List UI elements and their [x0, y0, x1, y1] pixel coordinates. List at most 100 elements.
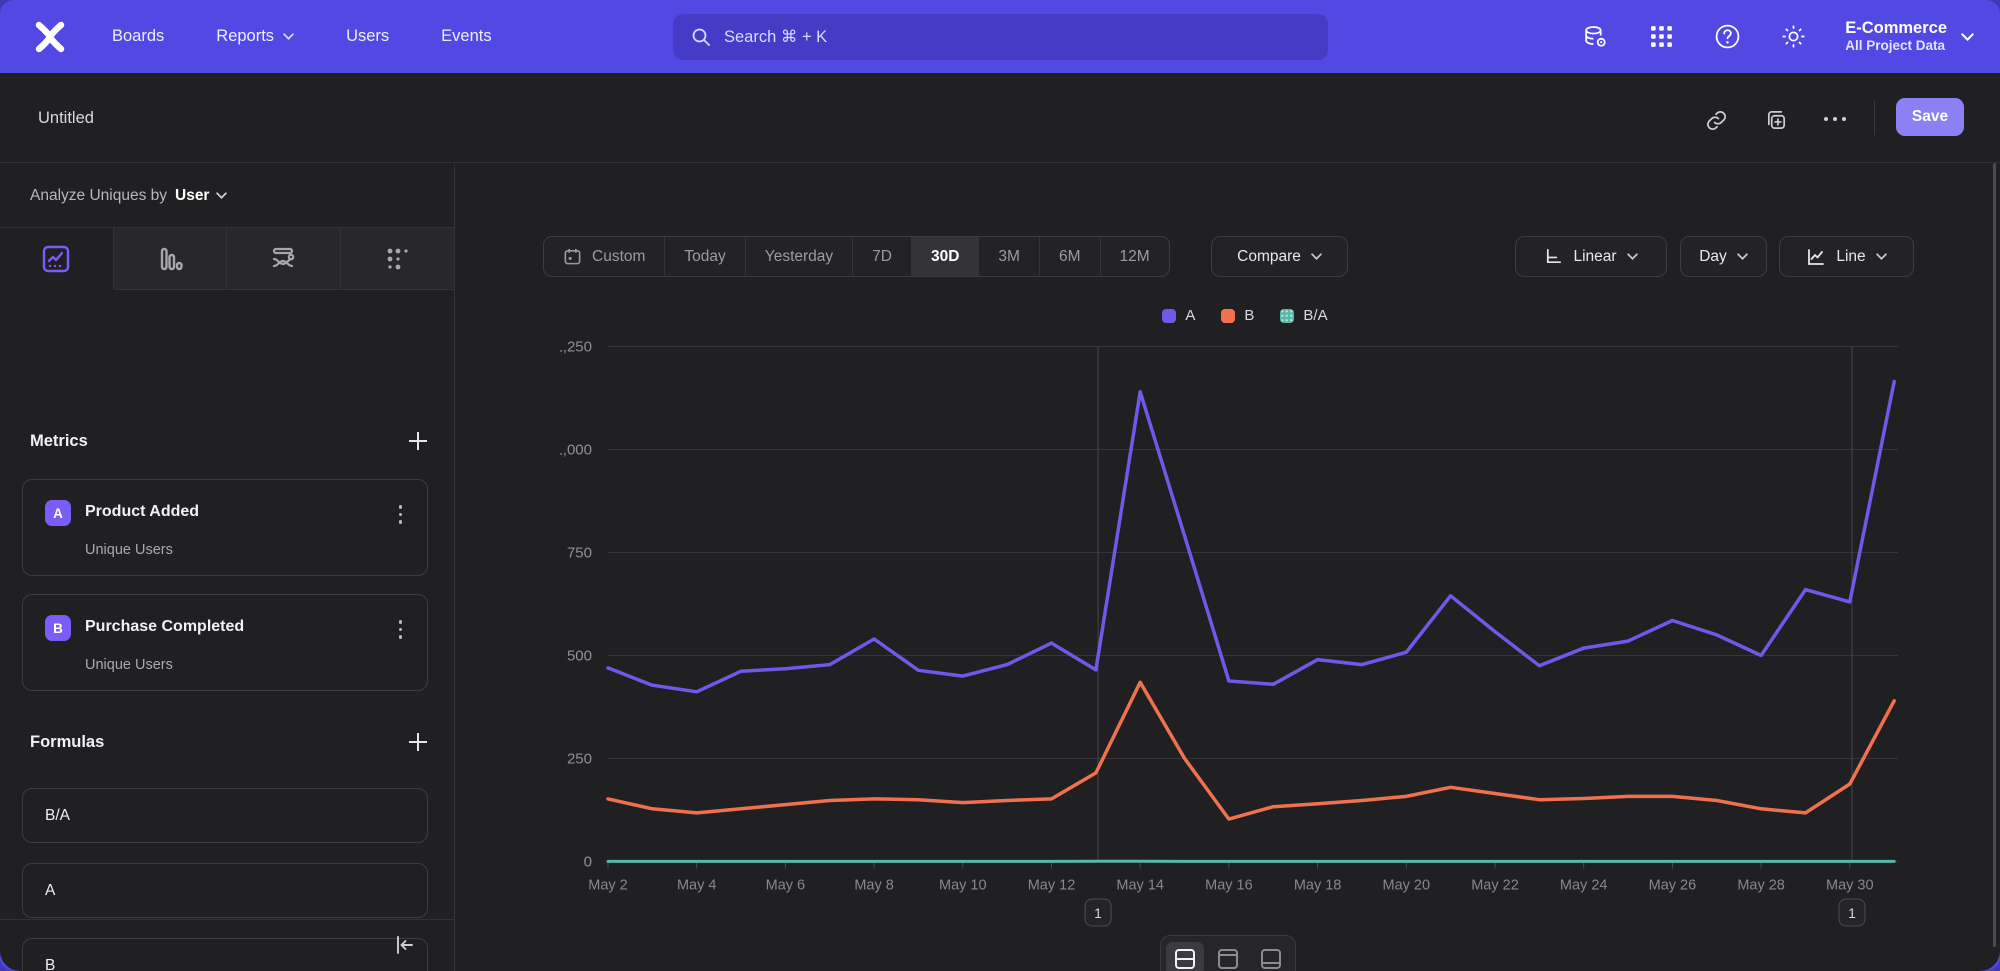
- chevron-down-icon: [216, 192, 227, 199]
- nav-item-reports[interactable]: Reports: [216, 27, 294, 46]
- scale-dropdown[interactable]: Linear: [1515, 236, 1667, 277]
- legend-label: A: [1185, 307, 1195, 324]
- calendar-icon: [563, 247, 582, 266]
- metric-subtitle[interactable]: Unique Users: [85, 657, 173, 673]
- line-chart-icon: [1806, 247, 1826, 267]
- range-7d[interactable]: 7D: [853, 237, 912, 276]
- nav-item-label: Reports: [216, 27, 274, 46]
- add-formula-button[interactable]: [407, 731, 429, 753]
- collapse-sidebar-icon[interactable]: [394, 934, 416, 961]
- y-tick-label: 750: [567, 545, 592, 562]
- metric-card-b[interactable]: B Purchase Completed Unique Users: [22, 594, 428, 691]
- metric-badge-a: A: [45, 500, 71, 526]
- project-text: E-Commerce All Project Data: [1845, 18, 1947, 56]
- apps-grid-icon[interactable]: [1647, 23, 1675, 51]
- line-chart-tab-icon: [40, 243, 72, 275]
- report-title[interactable]: Untitled: [38, 109, 94, 128]
- nav-item-users[interactable]: Users: [346, 27, 389, 46]
- nav-item-events[interactable]: Events: [441, 27, 491, 46]
- query-sidebar: Analyze Uniques by User: [0, 164, 455, 971]
- series-line-a[interactable]: [608, 382, 1894, 692]
- x-tick-label: May 14: [1116, 878, 1164, 894]
- range-custom[interactable]: Custom: [544, 237, 665, 276]
- project-switcher[interactable]: E-Commerce All Project Data: [1845, 18, 1974, 56]
- x-tick-label: May 8: [854, 878, 894, 894]
- link-icon[interactable]: [1705, 109, 1727, 131]
- nav-item-boards[interactable]: Boards: [112, 27, 164, 46]
- range-label: Yesterday: [765, 248, 833, 266]
- legend-item-a[interactable]: A: [1162, 307, 1195, 324]
- nav-item-label: Users: [346, 27, 389, 46]
- legend-swatch-ba: [1280, 309, 1294, 323]
- table-bottom-view-icon[interactable]: [1252, 942, 1290, 971]
- project-scope: All Project Data: [1845, 38, 1947, 55]
- copy-report-icon[interactable]: [1765, 109, 1787, 131]
- range-label: 30D: [931, 248, 959, 266]
- chart-area[interactable]: 02505007501,0001,25011May 2May 4May 6May…: [560, 336, 1940, 946]
- legend-item-b[interactable]: B: [1221, 307, 1254, 324]
- metric-name: Purchase Completed: [85, 618, 244, 636]
- settings-gear-icon[interactable]: [1779, 23, 1807, 51]
- x-tick-label: May 26: [1649, 878, 1697, 894]
- table-top-view-icon[interactable]: [1209, 942, 1247, 971]
- top-nav: Boards Reports Users Events Searc: [0, 0, 2000, 73]
- formulas-header: Formulas: [30, 731, 429, 753]
- range-today[interactable]: Today: [665, 237, 745, 276]
- chevron-down-icon: [1627, 253, 1638, 260]
- range-3m[interactable]: 3M: [979, 237, 1040, 276]
- more-options-icon[interactable]: [1824, 117, 1846, 121]
- viz-tab-flow[interactable]: [227, 228, 341, 290]
- viz-tab-line[interactable]: [0, 228, 114, 290]
- range-12m[interactable]: 12M: [1101, 237, 1169, 276]
- viz-tab-bar[interactable]: [114, 228, 228, 290]
- split-view-icon[interactable]: [1166, 942, 1204, 971]
- bar-chart-tab-icon: [154, 243, 186, 275]
- x-tick-label: May 16: [1205, 878, 1253, 894]
- legend-swatch-a: [1162, 309, 1176, 323]
- formula-card-ba[interactable]: B/A: [22, 788, 428, 843]
- range-label: Today: [684, 248, 725, 266]
- x-tick-label: May 30: [1826, 878, 1874, 894]
- y-tick-label: 0: [584, 854, 592, 871]
- viz-tabs: [0, 228, 455, 290]
- formula-card-a[interactable]: A: [22, 863, 428, 918]
- chart-type-dropdown[interactable]: Line: [1779, 236, 1914, 277]
- x-tick-label: May 28: [1737, 878, 1785, 894]
- analyze-by-dropdown[interactable]: User: [175, 187, 227, 205]
- compare-label: Compare: [1237, 248, 1301, 266]
- series-line-b[interactable]: [608, 682, 1894, 819]
- scrollbar[interactable]: [1993, 163, 1996, 947]
- mixpanel-logo[interactable]: [30, 17, 70, 57]
- add-metric-button[interactable]: [407, 430, 429, 452]
- formulas-title: Formulas: [30, 733, 104, 752]
- x-tick-label: May 10: [939, 878, 987, 894]
- metric-options-icon[interactable]: [396, 617, 406, 642]
- nav-right: E-Commerce All Project Data: [1581, 0, 1974, 73]
- interval-dropdown[interactable]: Day: [1680, 236, 1767, 277]
- save-button[interactable]: Save: [1896, 98, 1964, 136]
- compare-button[interactable]: Compare: [1211, 236, 1348, 277]
- metric-card-a[interactable]: A Product Added Unique Users: [22, 479, 428, 576]
- x-tick-label: May 12: [1028, 878, 1076, 894]
- content-shell: Untitled Save: [0, 73, 2000, 971]
- legend-item-ba[interactable]: B/A: [1280, 307, 1327, 324]
- chevron-down-icon: [283, 33, 294, 40]
- metric-subtitle[interactable]: Unique Users: [85, 542, 173, 558]
- scale-label: Linear: [1573, 248, 1616, 266]
- search-input[interactable]: Search ⌘ + K: [673, 14, 1328, 60]
- sidebar-footer: [0, 919, 454, 971]
- header-divider: [1874, 101, 1875, 135]
- annotation-badge-label: 1: [1848, 905, 1856, 921]
- range-yesterday[interactable]: Yesterday: [746, 237, 853, 276]
- range-6m[interactable]: 6M: [1040, 237, 1101, 276]
- help-icon[interactable]: [1713, 23, 1741, 51]
- viz-tab-grid[interactable]: [341, 228, 455, 290]
- chevron-down-icon: [1737, 253, 1748, 260]
- metric-options-icon[interactable]: [396, 502, 406, 527]
- x-tick-label: May 4: [677, 878, 717, 894]
- y-tick-label: 250: [567, 751, 592, 768]
- range-30d[interactable]: 30D: [912, 237, 979, 276]
- chart-svg: 02505007501,0001,25011May 2May 4May 6May…: [560, 336, 1940, 946]
- range-label: 6M: [1059, 248, 1081, 266]
- data-management-icon[interactable]: [1581, 23, 1609, 51]
